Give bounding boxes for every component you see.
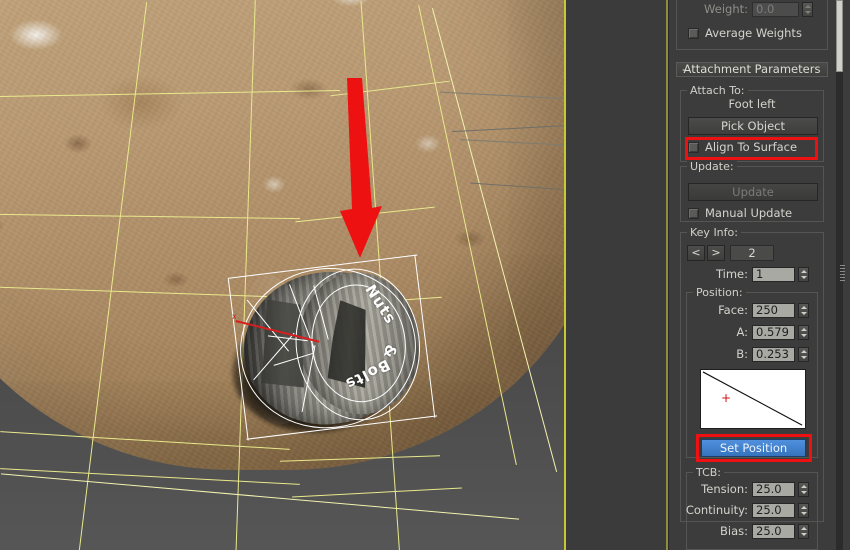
- tcb-group-title: TCB:: [693, 466, 725, 479]
- viewport-right-gutter: [566, 0, 667, 550]
- attached-nut-object[interactable]: Nuts & Bolts: [226, 251, 438, 444]
- wire-h10: [292, 487, 462, 498]
- a-field[interactable]: 0.579: [752, 325, 795, 340]
- key-number-display: 2: [730, 245, 774, 261]
- set-position-button[interactable]: Set Position: [701, 439, 806, 457]
- attached-object-name: Foot left: [728, 97, 776, 111]
- attachment-parameters-rollout[interactable]: - Attachment Parameters: [676, 62, 828, 77]
- time-spinner[interactable]: [798, 267, 809, 282]
- update-button[interactable]: Update: [688, 183, 818, 201]
- face-graph-marker: +: [721, 391, 732, 405]
- time-field[interactable]: 1: [752, 267, 795, 282]
- wire-h9: [0, 468, 300, 485]
- update-group-title: Update:: [687, 160, 737, 173]
- attach-to-group-title: Attach To:: [687, 84, 748, 97]
- axis-label-x: x: [232, 312, 237, 321]
- manual-update-label: Manual Update: [705, 206, 793, 220]
- wire-silhouette-bottom: [0, 473, 520, 520]
- perspective-viewport[interactable]: Nuts & Bolts x: [0, 0, 566, 550]
- face-spinner[interactable]: [798, 303, 809, 318]
- continuity-field[interactable]: 25.0: [752, 503, 795, 518]
- a-spinner[interactable]: [798, 325, 809, 340]
- panel-scrollbar-thumb[interactable]: [836, 0, 843, 72]
- tension-label: Tension:: [701, 482, 748, 496]
- tension-field[interactable]: 25.0: [752, 482, 795, 497]
- continuity-spinner[interactable]: [798, 503, 809, 518]
- face-label: Face:: [718, 303, 748, 317]
- prev-key-button[interactable]: <: [687, 245, 705, 261]
- continuity-label: Continuity:: [685, 503, 748, 517]
- panel-resize-grip[interactable]: [840, 265, 845, 283]
- face-field[interactable]: 250: [752, 303, 795, 318]
- next-key-button[interactable]: >: [707, 245, 725, 261]
- bias-field[interactable]: 25.0: [752, 524, 795, 539]
- tension-spinner[interactable]: [798, 482, 809, 497]
- pick-object-button[interactable]: Pick Object: [688, 117, 818, 135]
- b-field[interactable]: 0.253: [752, 347, 795, 362]
- bias-spinner[interactable]: [798, 524, 809, 539]
- face-graph-diagonal: [702, 371, 803, 426]
- barycentric-face-graph[interactable]: +: [700, 369, 806, 429]
- manual-update-checkbox[interactable]: [688, 208, 699, 219]
- application-window: Nuts & Bolts x Weight: 0.0 Average Weigh…: [0, 0, 850, 550]
- weight-section-box: [676, 0, 828, 50]
- time-label: Time:: [715, 267, 748, 281]
- b-label: B:: [736, 347, 748, 361]
- annotation-arrow-down: [338, 78, 388, 260]
- key-info-group-title: Key Info:: [687, 226, 741, 239]
- a-label: A:: [736, 325, 748, 339]
- align-to-surface-checkbox[interactable]: [688, 142, 699, 153]
- rollout-title: Attachment Parameters: [683, 62, 821, 76]
- command-panel: Weight: 0.0 Average Weights - Attachment…: [668, 0, 850, 550]
- align-to-surface-label: Align To Surface: [705, 140, 798, 154]
- position-group-title: Position:: [693, 286, 746, 299]
- b-spinner[interactable]: [798, 347, 809, 362]
- bias-label: Bias:: [720, 524, 748, 538]
